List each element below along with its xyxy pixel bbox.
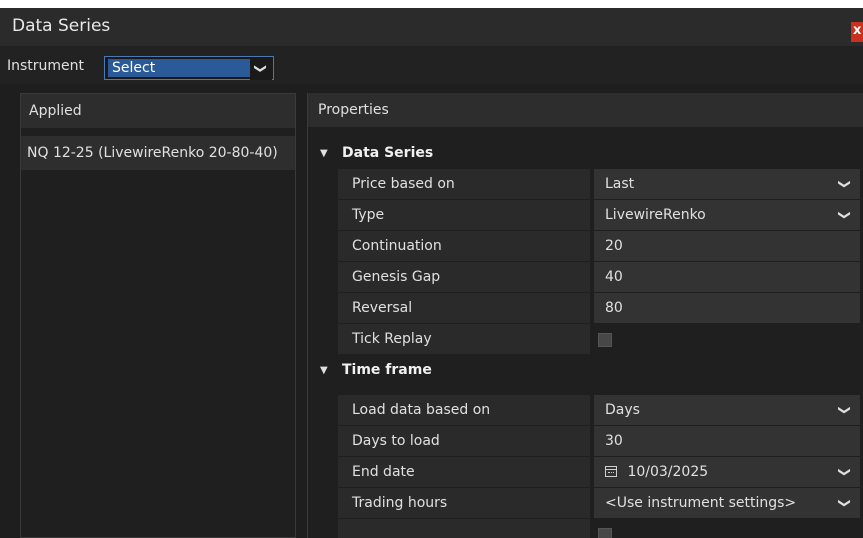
property-row-reversal: Reversal 80 [308,293,863,324]
property-row-load-data-based-on: Load data based on Days ❯ [308,395,863,426]
partial-checkbox[interactable] [598,528,612,538]
category-data-series[interactable]: ▼ Data Series [308,138,863,169]
category-label: Data Series [342,145,434,161]
property-name: Trading hours [338,488,590,519]
calendar-icon[interactable] [605,466,617,477]
chevron-down-icon[interactable]: ❯ [250,56,272,80]
property-row-price-based-on: Price based on Last ❯ [308,169,863,200]
chevron-down-icon[interactable]: ❯ [830,179,860,189]
property-value: 10/03/2025 [627,464,709,480]
chevron-down-icon[interactable]: ❯ [830,467,860,477]
property-row-genesis-gap: Genesis Gap 40 [308,262,863,293]
close-button[interactable]: x [851,22,863,42]
property-row-trading-hours: Trading hours <Use instrument settings> … [308,488,863,519]
window-title: Data Series [12,16,111,36]
property-name: Reversal [338,293,590,324]
end-date-picker[interactable]: 10/03/2025 ❯ [594,457,860,488]
reversal-input[interactable]: 80 [594,293,860,324]
property-value: LivewireRenko [605,207,706,223]
property-row-tick-replay: Tick Replay [308,324,863,355]
property-name: Tick Replay [338,324,590,355]
property-name: Genesis Gap [338,262,590,293]
properties-panel: Properties ▼ Data Series Price based on … [307,93,863,538]
chevron-down-icon[interactable]: ❯ [830,405,860,415]
category-label: Time frame [342,362,432,378]
property-name: End date [338,457,590,488]
property-name: Days to load [338,426,590,457]
chevron-down-icon[interactable]: ❯ [830,498,860,508]
property-row-days-to-load: Days to load 30 [308,426,863,457]
property-row-partial [308,519,863,538]
property-value: <Use instrument settings> [605,495,797,511]
genesis-gap-input[interactable]: 40 [594,262,860,293]
applied-header: Applied [21,94,295,128]
top-border [0,0,863,8]
property-row-end-date: End date 10/03/2025 ❯ [308,457,863,488]
chevron-down-icon[interactable]: ❯ [830,210,860,220]
property-row-continuation: Continuation 20 [308,231,863,262]
property-name: Type [338,200,590,231]
property-name: Price based on [338,169,590,200]
property-name: Continuation [338,231,590,262]
category-time-frame[interactable]: ▼ Time frame [308,355,863,386]
type-select[interactable]: LivewireRenko ❯ [594,200,860,231]
tick-replay-checkbox[interactable] [598,333,612,347]
instrument-select[interactable]: Select ❯ [104,56,274,80]
applied-list-item[interactable]: NQ 12-25 (LivewireRenko 20-80-40) [21,136,295,170]
caret-down-icon[interactable]: ▼ [320,365,328,376]
continuation-input[interactable]: 20 [594,231,860,262]
applied-panel: Applied NQ 12-25 (LivewireRenko 20-80-40… [20,93,296,538]
close-icon: x [853,23,862,38]
title-bar: Data Series x [0,8,863,46]
instrument-row: Instrument Select ❯ [0,46,863,84]
days-to-load-input[interactable]: 30 [594,426,860,457]
property-name [338,519,590,538]
property-value: Days [605,402,640,418]
property-row-type: Type LivewireRenko ❯ [308,200,863,231]
caret-down-icon[interactable]: ▼ [320,148,328,159]
price-based-on-select[interactable]: Last ❯ [594,169,860,200]
instrument-label: Instrument [7,58,85,74]
instrument-input[interactable]: Select [108,59,260,77]
property-name: Load data based on [338,395,590,426]
load-data-based-on-select[interactable]: Days ❯ [594,395,860,426]
trading-hours-select[interactable]: <Use instrument settings> ❯ [594,488,860,519]
property-value: Last [605,176,635,192]
properties-header: Properties [308,93,863,127]
